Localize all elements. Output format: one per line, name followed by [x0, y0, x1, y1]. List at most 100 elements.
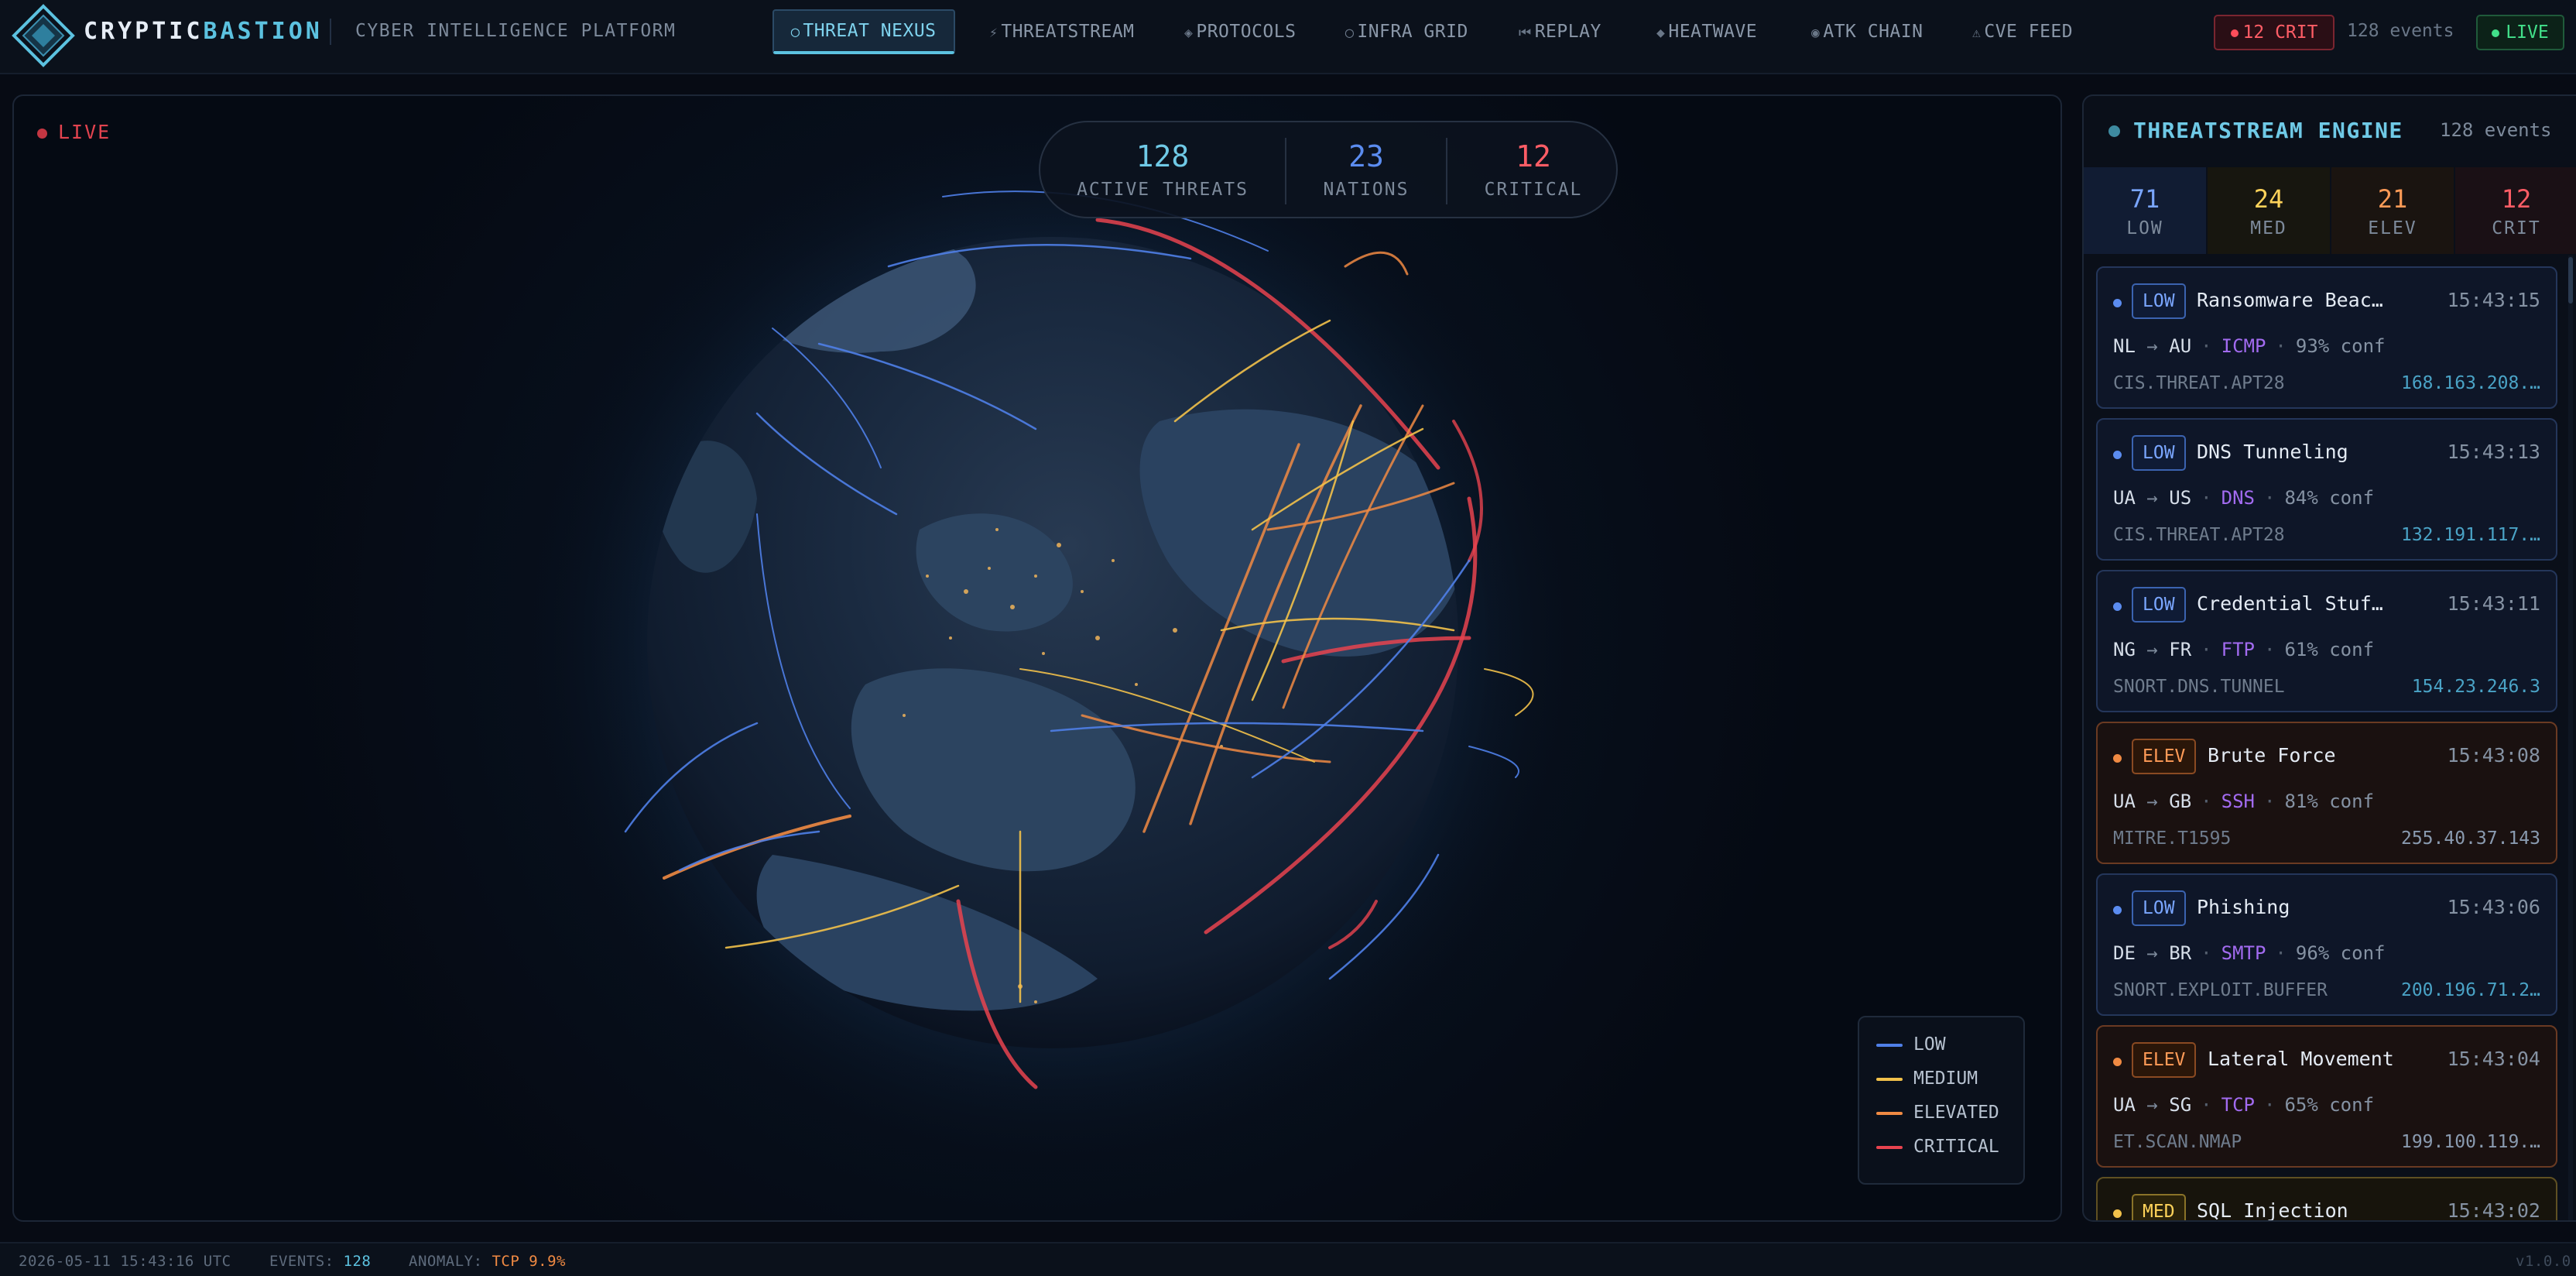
- event-signature: CIS.THREAT.APT28: [2113, 525, 2285, 545]
- severity-summary: 71 LOW 24 MED 21 ELEV 12 CRIT: [2084, 167, 2576, 254]
- event-title: Ransomware Beac…: [2197, 289, 2383, 311]
- tab-threatstream[interactable]: ⚡ THREATSTREAM: [989, 9, 1135, 54]
- event-route: NG → FR · FTP · 61% conf: [2113, 639, 2375, 660]
- event-signature: SNORT.EXPLOIT.BUFFER: [2113, 980, 2328, 1000]
- event-title: DNS Tunneling: [2197, 441, 2348, 463]
- status-version: v1.0.0: [2516, 1253, 2571, 1270]
- severity-badge: ELEV: [2132, 739, 2197, 774]
- feed-scrollbar[interactable]: [2568, 256, 2573, 1220]
- tab-cve-feed[interactable]: ⚠ CVE FEED: [1972, 9, 2073, 54]
- severity-badge: MED: [2132, 1194, 2186, 1220]
- severity-crit-filter[interactable]: 12 CRIT: [2455, 167, 2576, 254]
- event-card[interactable]: LOW Ransomware Beac… 15:43:15 NL → AU · IC…: [2096, 266, 2557, 409]
- logo-icon: [12, 4, 75, 67]
- status-dot-icon: [2108, 125, 2120, 137]
- brand-divider: [330, 19, 331, 45]
- event-ip: 255.40.37.143: [2400, 828, 2540, 849]
- stat-active-threats: 128 ACTIVE THREATS: [1077, 139, 1249, 200]
- event-route: DE → BR · SMTP · 96% conf: [2113, 942, 2386, 964]
- event-time: 15:43:04: [2447, 1048, 2540, 1070]
- event-route: NL → AU · ICMP · 93% conf: [2113, 335, 2386, 357]
- event-time: 15:43:13: [2447, 441, 2540, 463]
- event-time: 15:43:06: [2447, 896, 2540, 918]
- event-time: 15:43:15: [2447, 289, 2540, 311]
- stat-nations: 23 NATIONS: [1323, 139, 1410, 200]
- event-title: Phishing: [2197, 896, 2290, 918]
- status-timestamp: 2026-05-11 15:43:16 UTC: [19, 1253, 231, 1270]
- rewind-icon: ⏮: [1519, 25, 1532, 41]
- event-title: SQL Injection: [2197, 1199, 2348, 1222]
- panel-header: THREATSTREAM ENGINE 128 events: [2084, 96, 2576, 166]
- diamond-filled-icon: ◆: [1656, 25, 1666, 41]
- event-route: UA → US · DNS · 84% conf: [2113, 487, 2375, 509]
- critical-count-badge[interactable]: 12 CRIT: [2214, 15, 2334, 50]
- event-title: Brute Force: [2208, 744, 2336, 767]
- event-card[interactable]: LOW Phishing 15:43:06 DE → BR · SMTP · 96% c…: [2096, 873, 2557, 1016]
- severity-dot-icon: [2113, 451, 2122, 459]
- tab-threat-nexus[interactable]: ◯ THREAT NEXUS: [772, 9, 955, 54]
- top-bar: CRYPTICBASTION CYBER INTELLIGENCE PLATFO…: [0, 0, 2576, 74]
- panel-event-count: 128 events: [2440, 119, 2552, 141]
- tab-infra-grid[interactable]: ◯ INFRA GRID: [1345, 9, 1468, 54]
- severity-med-filter[interactable]: 24 MED: [2208, 167, 2330, 254]
- event-card[interactable]: ELEV Brute Force 15:43:08 UA → GB · SSH · 81…: [2096, 722, 2557, 864]
- event-title: Credential Stuf…: [2197, 592, 2383, 615]
- platform-subtitle: CYBER INTELLIGENCE PLATFORM: [355, 21, 677, 41]
- threat-globe-viewport[interactable]: LIVE 128 ACTIVE THREATS 23 NATIONS 12 CR…: [12, 94, 2062, 1222]
- event-feed[interactable]: LOW Ransomware Beac… 15:43:15 NL → AU · IC…: [2096, 266, 2561, 1222]
- live-dot-icon: [2492, 29, 2500, 37]
- events-count: 128 events: [2347, 21, 2454, 41]
- event-ip: 168.163.208.…: [2400, 373, 2540, 393]
- legend-elevated: ELEVATED: [1876, 1103, 1999, 1126]
- stat-critical: 12 CRITICAL: [1484, 139, 1583, 200]
- severity-elev-filter[interactable]: 21 ELEV: [2331, 167, 2454, 254]
- severity-dot-icon: [2113, 906, 2122, 914]
- severity-dot-icon: [2113, 754, 2122, 763]
- severity-low-filter[interactable]: 71 LOW: [2084, 167, 2206, 254]
- threat-stats-summary: 128 ACTIVE THREATS 23 NATIONS 12 CRITICA…: [1039, 121, 1618, 218]
- event-route: UA → GB · SSH · 81% conf: [2113, 791, 2375, 812]
- tab-replay[interactable]: ⏮ REPLAY: [1519, 9, 1601, 54]
- event-card[interactable]: MED SQL Injection 15:43:02: [2096, 1177, 2557, 1222]
- tab-heatwave[interactable]: ◆ HEATWAVE: [1656, 9, 1757, 54]
- event-card[interactable]: LOW Credential Stuf… 15:43:11 NG → FR · FT…: [2096, 570, 2557, 712]
- event-ip: 154.23.246.3: [2411, 677, 2540, 697]
- alert-dot-icon: [2230, 29, 2239, 37]
- severity-dot-icon: [2113, 1209, 2122, 1218]
- circle-icon: ◯: [1345, 25, 1355, 41]
- record-dot-icon: [37, 128, 47, 139]
- target-icon: ◉: [1811, 25, 1821, 41]
- status-bar: 2026-05-11 15:43:16 UTC EVENTS: 128 ANOM…: [0, 1242, 2576, 1276]
- severity-badge: LOW: [2132, 587, 2186, 623]
- event-signature: ET.SCAN.NMAP: [2113, 1132, 2242, 1152]
- event-title: Lateral Movement: [2208, 1048, 2394, 1070]
- diamond-icon: ◈: [1184, 25, 1194, 41]
- brand-name: CRYPTICBASTION: [84, 18, 323, 45]
- event-signature: MITRE.T1595: [2113, 828, 2232, 849]
- severity-dot-icon: [2113, 299, 2122, 307]
- tab-atk-chain[interactable]: ◉ ATK CHAIN: [1811, 9, 1923, 54]
- event-ip: 199.100.119.…: [2400, 1132, 2540, 1152]
- event-signature: SNORT.DNS.TUNNEL: [2113, 677, 2285, 697]
- severity-badge: LOW: [2132, 435, 2186, 471]
- severity-badge: ELEV: [2132, 1042, 2197, 1078]
- severity-badge: LOW: [2132, 890, 2186, 926]
- event-time: 15:43:11: [2447, 592, 2540, 615]
- legend-critical: CRITICAL: [1876, 1137, 1999, 1160]
- severity-legend: LOW MEDIUM ELEVATED CRITICAL: [1858, 1016, 2025, 1185]
- threatstream-panel: THREATSTREAM ENGINE 128 events 71 LOW 24 M…: [2082, 94, 2576, 1222]
- event-signature: CIS.THREAT.APT28: [2113, 373, 2285, 393]
- scrollbar-thumb[interactable]: [2568, 257, 2573, 304]
- tab-protocols[interactable]: ◈ PROTOCOLS: [1184, 9, 1296, 54]
- threat-globe[interactable]: [14, 96, 2062, 1222]
- globe-icon: ◯: [791, 24, 800, 40]
- warning-icon: ⚠: [1972, 25, 1982, 41]
- event-card[interactable]: LOW DNS Tunneling 15:43:13 UA → US · DNS · 8…: [2096, 418, 2557, 561]
- event-card[interactable]: ELEV Lateral Movement 15:43:04 UA → SG · T…: [2096, 1025, 2557, 1168]
- severity-dot-icon: [2113, 1058, 2122, 1066]
- live-status-badge: LIVE: [2476, 15, 2564, 50]
- event-ip: 132.191.117.…: [2400, 525, 2540, 545]
- severity-dot-icon: [2113, 602, 2122, 611]
- status-anomaly: ANOMALY: TCP 9.9%: [409, 1253, 566, 1270]
- live-indicator: LIVE: [37, 121, 111, 143]
